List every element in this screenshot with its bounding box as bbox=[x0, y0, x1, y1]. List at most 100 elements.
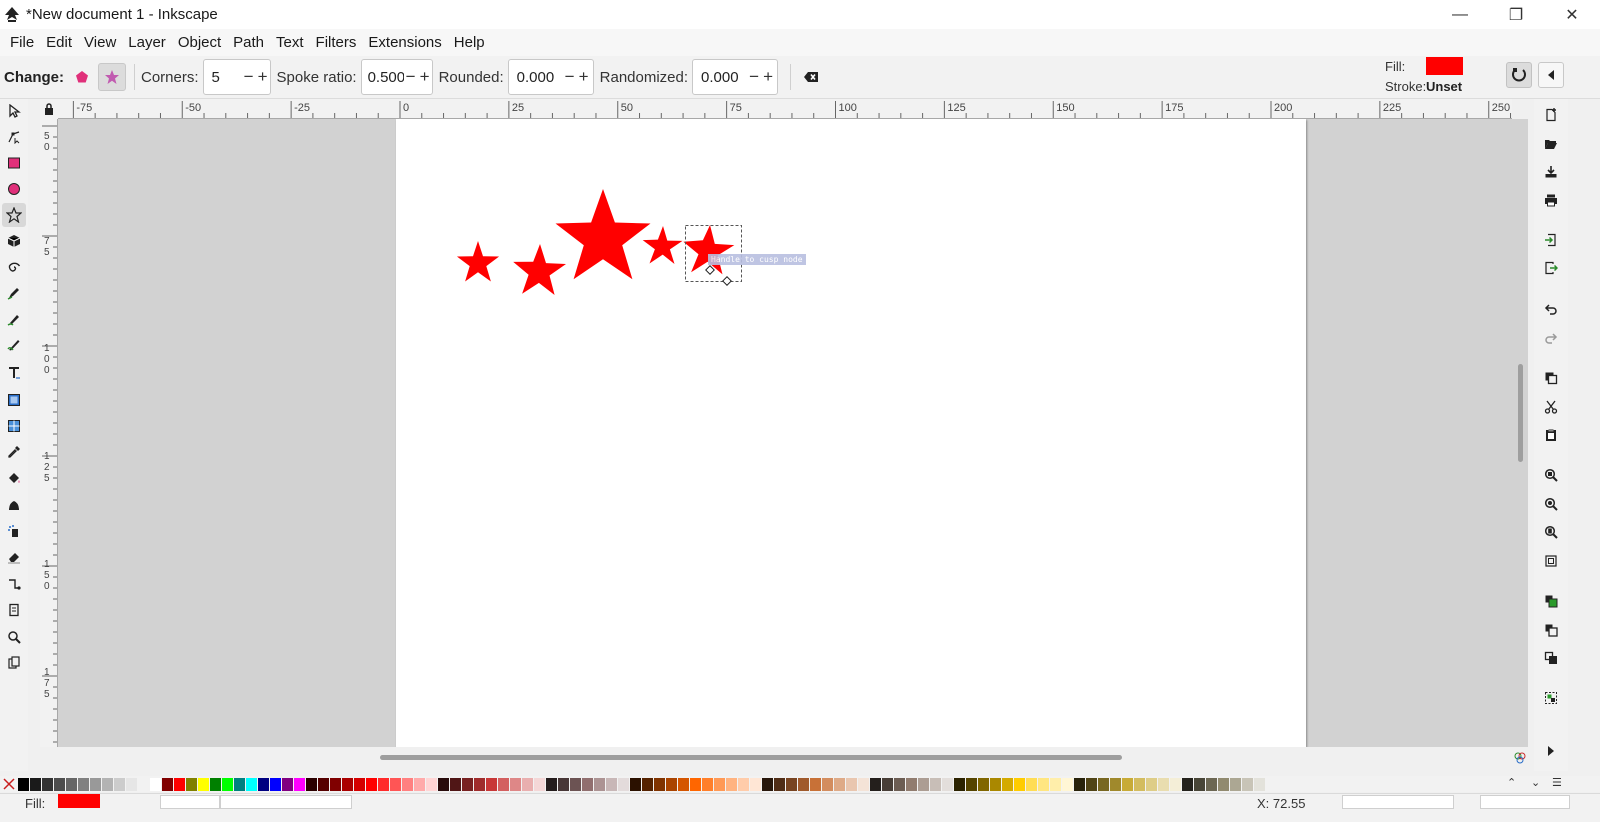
menu-edit[interactable]: Edit bbox=[40, 29, 78, 56]
menu-file[interactable]: File bbox=[4, 29, 40, 56]
palette-swatch[interactable] bbox=[270, 777, 281, 791]
palette-swatch[interactable] bbox=[654, 777, 665, 791]
palette-swatch[interactable] bbox=[918, 777, 929, 791]
palette-swatch[interactable] bbox=[510, 777, 521, 791]
connector-tool[interactable] bbox=[2, 572, 26, 596]
palette-swatch[interactable] bbox=[390, 777, 401, 791]
palette-swatch[interactable] bbox=[438, 777, 449, 791]
randomized-increment[interactable]: + bbox=[761, 67, 775, 87]
palette-swatch[interactable] bbox=[522, 777, 533, 791]
palette-swatch[interactable] bbox=[810, 777, 821, 791]
palette-swatch[interactable] bbox=[90, 777, 101, 791]
horizontal-ruler[interactable]: -75 -50 -25 0 25 50 75 100 125 150 175 200 225 250 bbox=[58, 99, 1512, 119]
palette-swatch[interactable] bbox=[558, 777, 569, 791]
palette-swatch[interactable] bbox=[126, 777, 137, 791]
palette-swatch[interactable] bbox=[534, 777, 545, 791]
palette-swatch[interactable] bbox=[54, 777, 65, 791]
palette-swatch[interactable] bbox=[690, 777, 701, 791]
3d-box-tool[interactable] bbox=[2, 229, 26, 253]
palette-swatch[interactable] bbox=[882, 777, 893, 791]
palette-swatch[interactable] bbox=[150, 777, 161, 791]
palette-swatch[interactable] bbox=[906, 777, 917, 791]
palette-swatch[interactable] bbox=[894, 777, 905, 791]
palette-swatch[interactable] bbox=[210, 777, 221, 791]
star-mode-button[interactable] bbox=[98, 63, 126, 91]
fill-color-swatch[interactable] bbox=[1426, 57, 1463, 75]
zoom-selection-button[interactable] bbox=[1539, 463, 1563, 487]
palette-swatch[interactable] bbox=[1098, 777, 1109, 791]
palette-swatch[interactable] bbox=[366, 777, 377, 791]
palette-swatch[interactable] bbox=[174, 777, 185, 791]
layer-selector[interactable] bbox=[160, 795, 220, 809]
reset-defaults-button[interactable] bbox=[797, 63, 825, 91]
palette-swatch[interactable] bbox=[606, 777, 617, 791]
node-tool[interactable] bbox=[2, 125, 26, 149]
palette-swatch[interactable] bbox=[954, 777, 965, 791]
zoom-page-width-button[interactable] bbox=[1539, 549, 1563, 573]
corners-decrement[interactable]: − bbox=[242, 67, 256, 87]
zoom-tool[interactable] bbox=[2, 625, 26, 649]
spoke-ratio-decrement[interactable]: − bbox=[404, 67, 418, 87]
palette-swatch[interactable] bbox=[18, 777, 29, 791]
rounded-increment[interactable]: + bbox=[577, 67, 591, 87]
palette-swatch[interactable] bbox=[426, 777, 437, 791]
export-button[interactable] bbox=[1539, 256, 1563, 280]
star-shape-1[interactable] bbox=[456, 241, 500, 282]
randomized-input[interactable] bbox=[693, 68, 748, 86]
palette-swatch[interactable] bbox=[1134, 777, 1145, 791]
palette-swatch[interactable] bbox=[498, 777, 509, 791]
save-button[interactable] bbox=[1539, 160, 1563, 184]
commands-overflow-button[interactable] bbox=[1539, 739, 1563, 763]
guide-lock-toggle[interactable] bbox=[40, 99, 58, 119]
paint-bucket-tool[interactable] bbox=[2, 466, 26, 490]
palette-swatch[interactable] bbox=[1110, 777, 1121, 791]
palette-swatch[interactable] bbox=[414, 777, 425, 791]
tweak-tool[interactable] bbox=[2, 493, 26, 517]
open-button[interactable] bbox=[1539, 132, 1563, 156]
palette-swatch[interactable] bbox=[66, 777, 77, 791]
palette-swatch[interactable] bbox=[714, 777, 725, 791]
menu-path[interactable]: Path bbox=[227, 29, 270, 56]
palette-swatch[interactable] bbox=[1050, 777, 1061, 791]
menu-object[interactable]: Object bbox=[172, 29, 227, 56]
gradient-tool[interactable] bbox=[2, 388, 26, 412]
palette-swatch[interactable] bbox=[294, 777, 305, 791]
vertical-scroll-thumb[interactable] bbox=[1518, 364, 1523, 462]
minimize-button[interactable]: — bbox=[1432, 0, 1488, 29]
corners-increment[interactable]: + bbox=[256, 67, 270, 87]
eraser-tool[interactable] bbox=[2, 545, 26, 569]
dropper-tool[interactable] bbox=[2, 440, 26, 464]
palette-swatch[interactable] bbox=[474, 777, 485, 791]
palette-swatch[interactable] bbox=[630, 777, 641, 791]
snap-toggle-button[interactable] bbox=[1506, 62, 1532, 88]
palette-swatch[interactable] bbox=[546, 777, 557, 791]
palette-swatch[interactable] bbox=[282, 777, 293, 791]
palette-swatch[interactable] bbox=[1038, 777, 1049, 791]
palette-swatch[interactable] bbox=[618, 777, 629, 791]
palette-swatch[interactable] bbox=[186, 777, 197, 791]
palette-swatch[interactable] bbox=[378, 777, 389, 791]
palette-swatch[interactable] bbox=[162, 777, 173, 791]
close-button[interactable]: ✕ bbox=[1544, 0, 1600, 29]
palette-swatch[interactable] bbox=[258, 777, 269, 791]
palette-swatch[interactable] bbox=[1002, 777, 1013, 791]
palette-swatch[interactable] bbox=[966, 777, 977, 791]
center-node-handle[interactable] bbox=[705, 265, 715, 275]
corners-input[interactable] bbox=[203, 68, 242, 86]
palette-swatch[interactable] bbox=[198, 777, 209, 791]
palette-swatch[interactable] bbox=[1122, 777, 1133, 791]
palette-swatch[interactable] bbox=[246, 777, 257, 791]
menu-layer[interactable]: Layer bbox=[122, 29, 172, 56]
paste-button[interactable] bbox=[1539, 423, 1563, 447]
palette-swatch[interactable] bbox=[1158, 777, 1169, 791]
rounded-input[interactable] bbox=[508, 68, 563, 86]
horizontal-scroll-thumb[interactable] bbox=[380, 755, 1122, 760]
palette-swatch[interactable] bbox=[1086, 777, 1097, 791]
no-paint-swatch[interactable] bbox=[2, 777, 16, 791]
palette-swatch[interactable] bbox=[858, 777, 869, 791]
palette-swatch[interactable] bbox=[342, 777, 353, 791]
pen-tool[interactable] bbox=[2, 281, 26, 305]
rounded-decrement[interactable]: − bbox=[563, 67, 577, 87]
palette-swatch[interactable] bbox=[594, 777, 605, 791]
calligraphy-tool[interactable] bbox=[2, 333, 26, 357]
